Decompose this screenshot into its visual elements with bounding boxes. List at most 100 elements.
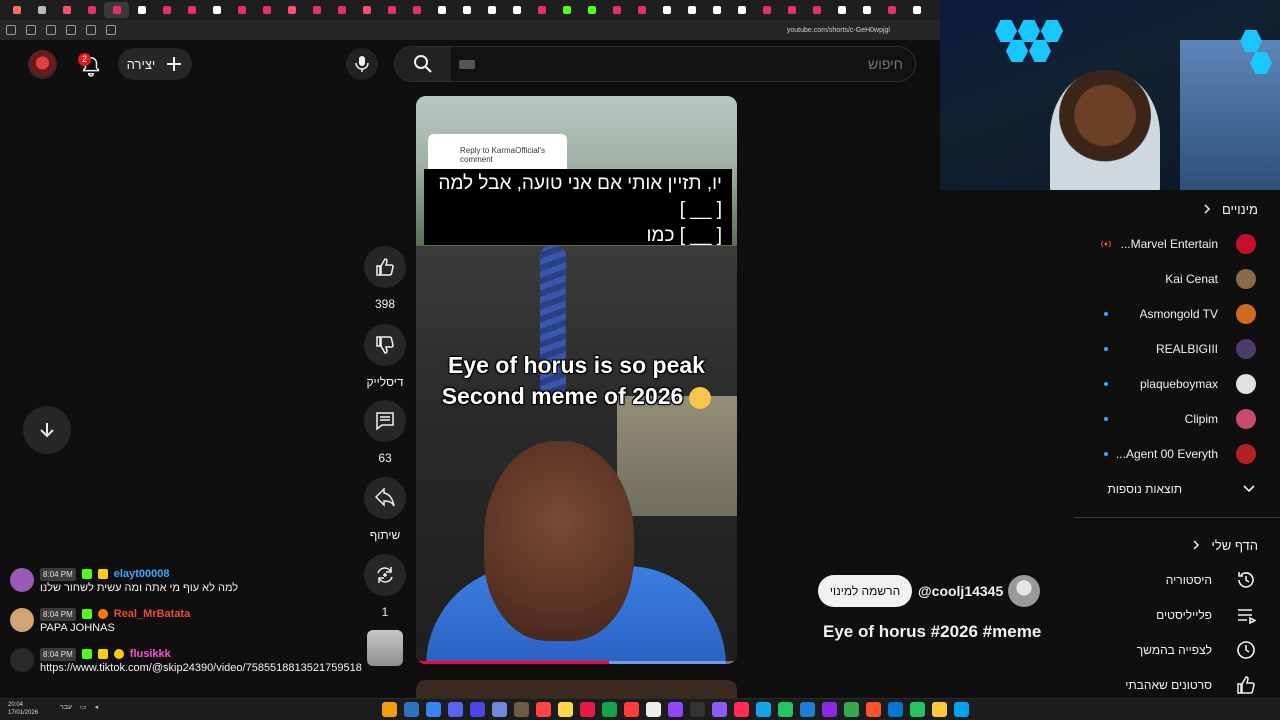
taskbar-clock[interactable]: 20:04 17/01/2026 (8, 701, 38, 717)
address-bar-url[interactable]: youtube.com/shorts/c-GeH0wpjgl (787, 27, 890, 34)
taskbar-app-icon[interactable] (646, 702, 661, 717)
sidebar-item-watch-later[interactable]: לצפייה בהמשך (1096, 637, 1256, 663)
browser-tab[interactable] (529, 2, 554, 18)
channel-handle[interactable]: @coolj14345 (918, 583, 1003, 599)
sidebar-item-channel[interactable]: REALBIGIII (1086, 336, 1256, 362)
taskbar-app-icon[interactable] (822, 702, 837, 717)
taskbar-app-icon[interactable] (800, 702, 815, 717)
sidebar-item-channel[interactable]: plaqueboymax (1086, 371, 1256, 397)
account-avatar[interactable] (28, 50, 57, 79)
browser-tab[interactable] (704, 2, 729, 18)
sidebar-item-history[interactable]: היסטוריה (1096, 567, 1256, 593)
taskbar-app-icon[interactable] (536, 702, 551, 717)
browser-tab[interactable] (854, 2, 879, 18)
browser-tab[interactable] (679, 2, 704, 18)
browser-tab[interactable] (579, 2, 604, 18)
taskbar-app-icon[interactable] (734, 702, 749, 717)
subscribe-button[interactable]: הרשמה למינוי (818, 575, 912, 607)
sidebar-item-playlists[interactable]: פלייליסטים (1096, 602, 1256, 628)
browser-tab[interactable] (279, 2, 304, 18)
browser-tab[interactable] (204, 2, 229, 18)
taskbar-app-icon[interactable] (492, 702, 507, 717)
taskbar-app-icon[interactable] (954, 702, 969, 717)
browser-tab[interactable] (429, 2, 454, 18)
voice-search-button[interactable] (346, 48, 378, 80)
browser-tab[interactable] (354, 2, 379, 18)
browser-tab[interactable] (304, 2, 329, 18)
browser-tab[interactable] (229, 2, 254, 18)
taskbar-app-icon[interactable] (778, 702, 793, 717)
browser-tab[interactable] (629, 2, 654, 18)
browser-tab[interactable] (879, 2, 904, 18)
browser-tab[interactable] (504, 2, 529, 18)
taskbar-app-icon[interactable] (426, 702, 441, 717)
sidebar-item-liked-videos[interactable]: סרטונים שאהבתי (1096, 672, 1256, 698)
browser-tab[interactable] (154, 2, 179, 18)
sidebar-item-channel[interactable]: Asmongold TV (1086, 301, 1256, 327)
browser-tab[interactable] (329, 2, 354, 18)
downloads-icon[interactable] (106, 25, 116, 35)
dislike-button[interactable] (364, 324, 406, 366)
browser-tab[interactable] (804, 2, 829, 18)
browser-tab[interactable] (904, 2, 929, 18)
browser-tab[interactable] (54, 2, 79, 18)
create-button[interactable]: יצירה (118, 48, 192, 80)
language-indicator[interactable]: עבר (60, 704, 72, 711)
taskbar-app-icon[interactable] (514, 702, 529, 717)
like-button[interactable] (364, 246, 406, 288)
taskbar-app-icon[interactable] (712, 702, 727, 717)
channel-avatar[interactable] (1008, 575, 1040, 607)
taskbar-app-icon[interactable] (580, 702, 595, 717)
taskbar-app-icon[interactable] (932, 702, 947, 717)
browser-tab[interactable] (779, 2, 804, 18)
taskbar-app-icon[interactable] (624, 702, 639, 717)
you-header[interactable]: הדף שלי (1191, 535, 1258, 555)
next-video-button[interactable] (23, 406, 71, 454)
browser-tab[interactable] (404, 2, 429, 18)
browser-tab[interactable] (604, 2, 629, 18)
sidebar-item-channel[interactable]: Agent 00 Everyth... (1086, 441, 1256, 467)
browser-tab[interactable] (179, 2, 204, 18)
search-button[interactable] (395, 47, 451, 81)
tabs-icon[interactable] (66, 25, 76, 35)
taskbar-app-icon[interactable] (756, 702, 771, 717)
subscriptions-header[interactable]: מינויים (1202, 199, 1258, 219)
short-video-player[interactable]: Reply to KarmaOfficial's comment יו, תזי… (416, 96, 737, 664)
taskbar-app-icon[interactable] (404, 702, 419, 717)
show-more-button[interactable]: תוצאות נוספות (1096, 476, 1256, 502)
browser-tab[interactable] (79, 2, 104, 18)
network-icon[interactable]: ▭ (80, 703, 87, 711)
taskbar-app-icon[interactable] (866, 702, 881, 717)
taskbar-app-icon[interactable] (690, 702, 705, 717)
volume-icon[interactable]: ◂ (95, 703, 99, 711)
taskbar-app-icon[interactable] (558, 702, 573, 717)
taskbar-app-icon[interactable] (888, 702, 903, 717)
taskbar-app-icon[interactable] (910, 702, 925, 717)
sidebar-toggle-icon[interactable] (6, 25, 16, 35)
browser-tab[interactable] (554, 2, 579, 18)
browser-tab[interactable] (4, 2, 29, 18)
taskbar-app-icon[interactable] (602, 702, 617, 717)
sidebar-item-channel[interactable]: Kai Cenat (1086, 266, 1256, 292)
taskbar-app-icon[interactable] (448, 702, 463, 717)
shield-icon[interactable] (26, 25, 36, 35)
browser-tab[interactable] (829, 2, 854, 18)
browser-tab[interactable] (104, 2, 129, 18)
comments-button[interactable] (364, 400, 406, 442)
taskbar-app-icon[interactable] (470, 702, 485, 717)
browser-tab[interactable] (454, 2, 479, 18)
taskbar-app-icon[interactable] (844, 702, 859, 717)
browser-tab[interactable] (654, 2, 679, 18)
search-input[interactable] (449, 47, 915, 81)
sidebar-item-channel[interactable]: Clipim (1086, 406, 1256, 432)
browser-tab[interactable] (754, 2, 779, 18)
browser-tab[interactable] (254, 2, 279, 18)
taskbar-app-icon[interactable] (382, 702, 397, 717)
browser-tab[interactable] (479, 2, 504, 18)
taskbar-app-icon[interactable] (668, 702, 683, 717)
history-icon[interactable] (46, 25, 56, 35)
browser-tab[interactable] (379, 2, 404, 18)
split-view-icon[interactable] (86, 25, 96, 35)
share-button[interactable] (364, 477, 406, 519)
video-progress-bar[interactable] (416, 661, 737, 664)
